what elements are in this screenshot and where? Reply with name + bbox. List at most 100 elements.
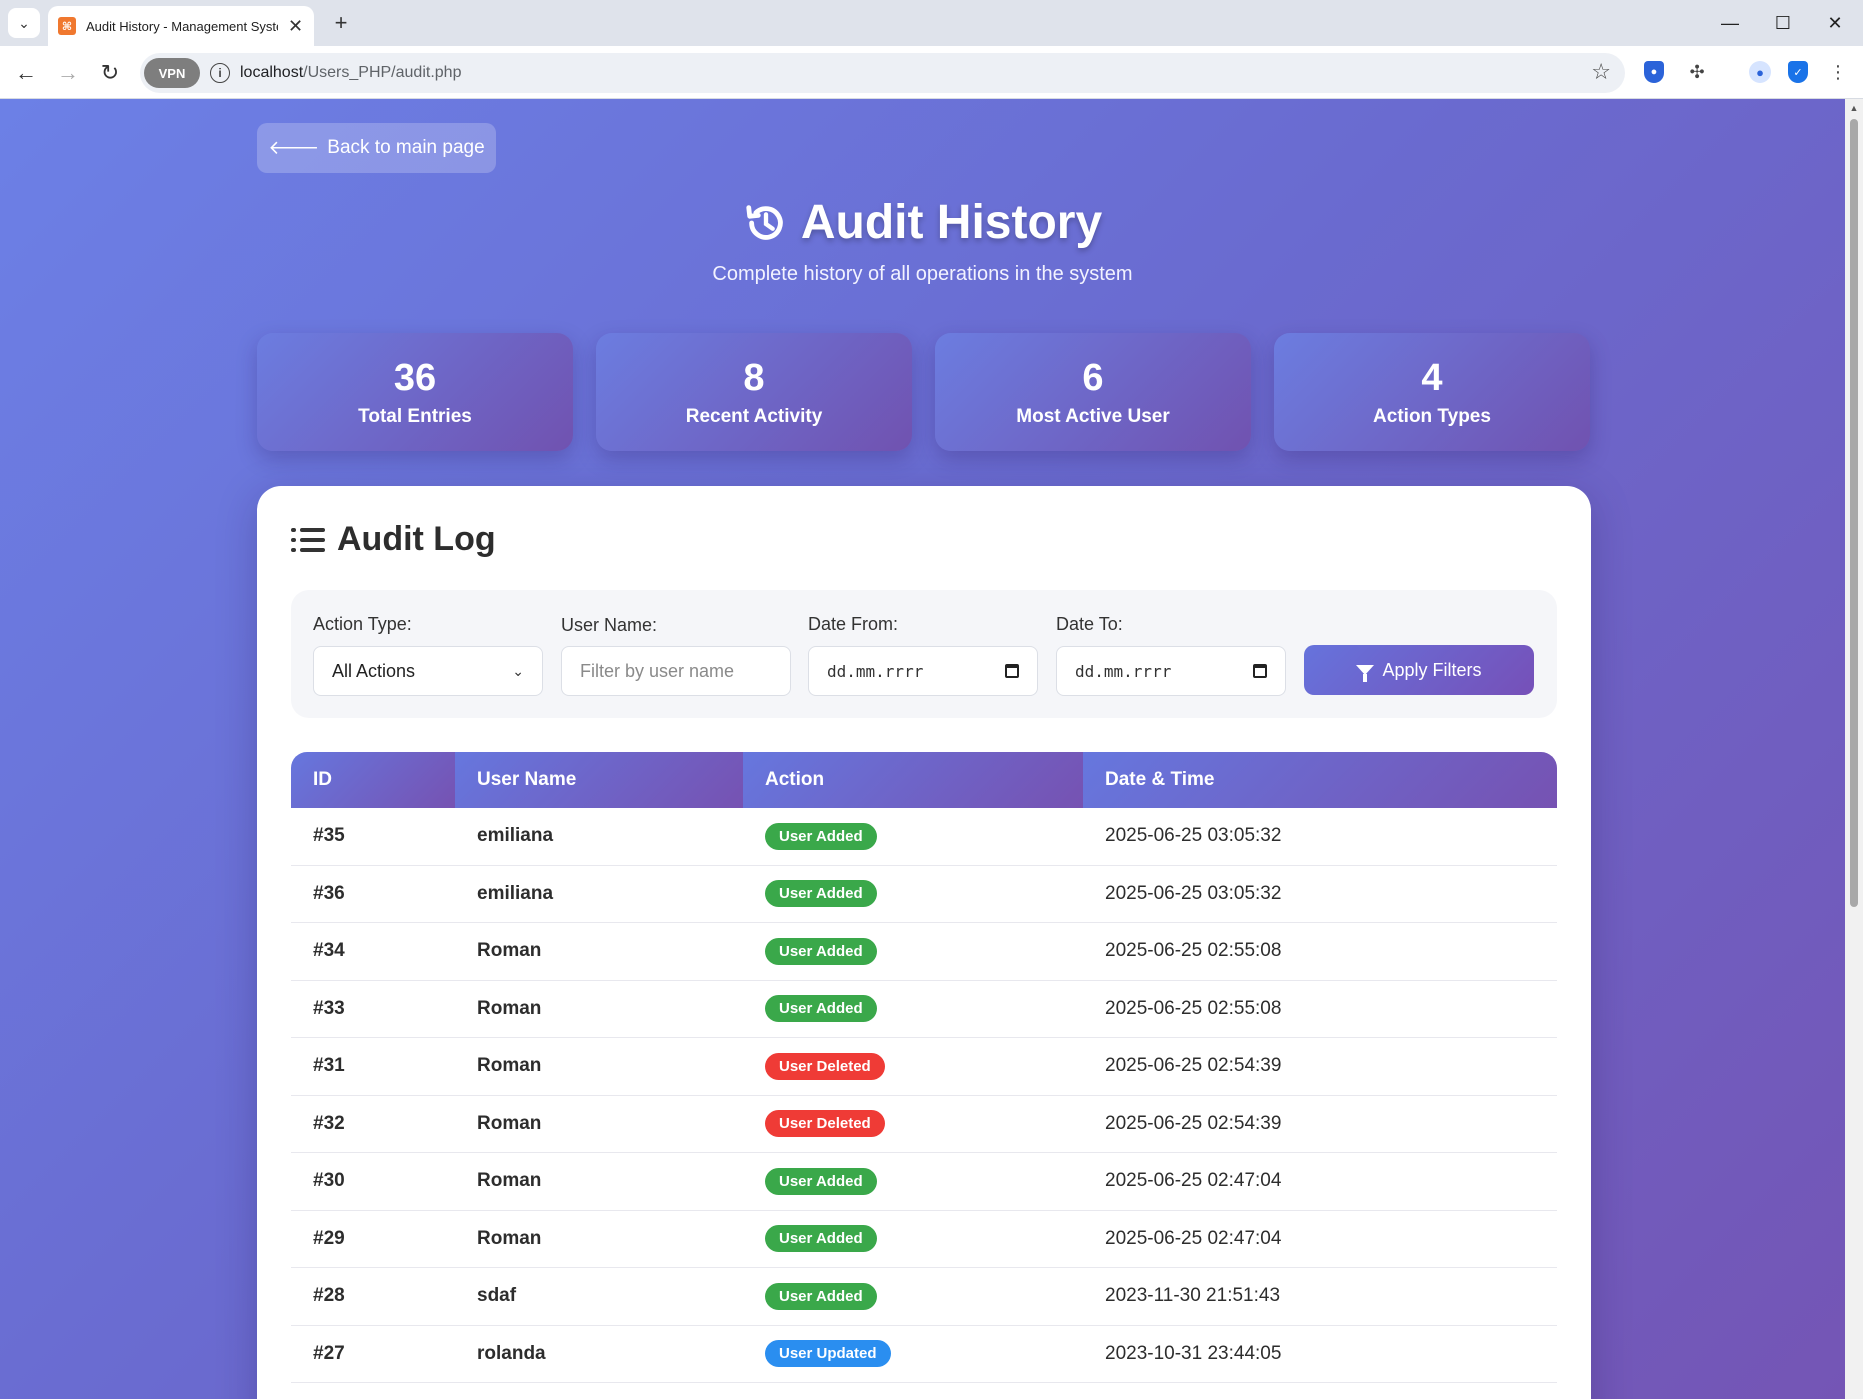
action-badge: User Added (765, 1225, 877, 1253)
cell-user-name: rolanda (477, 1342, 546, 1364)
table-row: #35 emiliana User Added 2025-06-25 03:05:32 (291, 808, 1557, 866)
profile-avatar-icon[interactable]: ● (1746, 58, 1774, 86)
table-row: #29 Roman User Added 2025-06-25 02:47:04 (291, 1211, 1557, 1268)
tab-title: Audit History - Management System (86, 18, 278, 34)
stat-card-most-active-user: 6 Most Active User (935, 333, 1251, 451)
cell-date-time: 2025-06-25 03:05:32 (1105, 825, 1282, 847)
cell-user-name: Roman (477, 1055, 542, 1077)
new-tab-button[interactable]: + (326, 8, 356, 38)
cell-action: User Added (743, 995, 1083, 1023)
url-text[interactable]: localhost/Users_PHP/audit.php (240, 64, 461, 82)
arrow-left-icon: 🡐 (268, 138, 320, 159)
site-info-icon[interactable]: i (210, 63, 230, 83)
table-row: #36 emiliana User Added 2025-06-25 03:05:32 (291, 866, 1557, 923)
date-to-label: Date To: (1056, 614, 1123, 634)
stat-value: 8 (743, 357, 765, 399)
cell-action: User Added (743, 1282, 1083, 1310)
cell-action: User Added (743, 937, 1083, 965)
table-row: #34 Roman User Added 2025-06-25 02:55:08 (291, 923, 1557, 981)
audit-table: ID User Name Action Date & Time #35 emili… (291, 752, 1557, 1383)
stat-label: Recent Activity (685, 406, 823, 427)
cell-date-time: 2025-06-25 02:47:04 (1105, 1227, 1282, 1249)
cell-id: #29 (313, 1227, 345, 1249)
back-to-main-button[interactable]: 🡐 Back to main page (257, 123, 496, 173)
browser-toolbar: ← → ↻ VPN i localhost/Users_PHP/audit.ph… (0, 46, 1863, 99)
address-bar[interactable]: VPN i localhost/Users_PHP/audit.php ☆ (140, 53, 1625, 93)
column-header-action[interactable]: Action (743, 752, 1083, 808)
minimize-button[interactable]: — (1710, 8, 1750, 38)
date-from-label: Date From: (808, 614, 899, 634)
cell-action: User Added (743, 1167, 1083, 1195)
column-header-date-time[interactable]: Date & Time (1083, 752, 1557, 808)
action-type-select[interactable]: All Actions ⌄ (313, 646, 543, 696)
action-type-value: All Actions (332, 660, 416, 681)
security-shield-icon[interactable]: ✓ (1784, 58, 1812, 86)
column-header-user-name[interactable]: User Name (455, 752, 743, 808)
cell-id: #33 (313, 997, 345, 1019)
cell-user-name: emiliana (477, 882, 554, 904)
action-badge: User Added (765, 822, 877, 850)
cell-id: #34 (313, 940, 345, 962)
cell-id: #35 (313, 825, 345, 847)
scrollbar-thumb[interactable] (1850, 119, 1858, 907)
audit-log-card: Audit Log Action Type: All Actions ⌄ Use… (257, 486, 1591, 1399)
cell-date-time: 2025-06-25 02:54:39 (1105, 1055, 1282, 1077)
url-path: /Users_PHP/audit.php (303, 64, 462, 81)
cell-id: #30 (313, 1170, 345, 1192)
action-badge: User Added (765, 880, 877, 908)
table-row: #31 Roman User Deleted 2025-06-25 02:54:39 (291, 1038, 1557, 1096)
filter-panel: Action Type: All Actions ⌄ User Name: Fi… (291, 590, 1557, 718)
action-badge: User Updated (765, 1340, 891, 1368)
stat-value: 36 (393, 357, 437, 399)
apply-filters-button[interactable]: Apply Filters (1304, 645, 1534, 695)
browser-tab-active[interactable]: ⌘ Audit History - Management System ✕ (48, 6, 314, 46)
stat-value: 6 (1082, 357, 1104, 399)
cell-user-name: Roman (477, 1112, 542, 1134)
page-subtitle: Complete history of all operations in th… (712, 263, 1133, 285)
calendar-icon[interactable] (1253, 664, 1267, 678)
back-arrow-icon[interactable]: ← (8, 55, 44, 91)
maximize-button[interactable]: ☐ (1763, 8, 1803, 38)
stat-label: Total Entries (358, 406, 472, 427)
cell-id: #28 (313, 1285, 345, 1307)
calendar-icon[interactable] (1005, 664, 1019, 678)
cell-id: #31 (313, 1055, 345, 1077)
close-window-button[interactable]: ✕ (1815, 8, 1855, 38)
cell-user-name: Roman (477, 940, 542, 962)
audit-log-header: Audit Log (291, 520, 496, 559)
table-body: #35 emiliana User Added 2025-06-25 03:05:32… (291, 808, 1557, 1383)
page-scrollbar[interactable]: ▲ (1845, 99, 1863, 1399)
cell-action: User Updated (743, 1340, 1083, 1368)
table-row: #28 sdaf User Added 2023-11-30 21:51:43 (291, 1268, 1557, 1326)
vpn-badge[interactable]: VPN (144, 58, 200, 88)
date-to-value: dd.mm.rrrr (1075, 661, 1172, 681)
user-name-input[interactable]: Filter by user name (561, 646, 791, 696)
date-to-input[interactable]: dd.mm.rrrr (1056, 646, 1286, 696)
user-name-label: User Name: (561, 615, 658, 635)
apply-filters-label: Apply Filters (1382, 659, 1482, 680)
scroll-up-icon[interactable]: ▲ (1849, 103, 1859, 113)
cell-user-name: Roman (477, 997, 542, 1019)
forward-arrow-icon[interactable]: → (50, 55, 86, 91)
stat-label: Action Types (1373, 406, 1491, 427)
cell-date-time: 2025-06-25 02:47:04 (1105, 1170, 1282, 1192)
page-viewport: 🡐 Back to main page Audit History Comple… (0, 99, 1845, 1399)
date-from-input[interactable]: dd.mm.rrrr (808, 646, 1038, 696)
cell-date-time: 2025-06-25 03:05:32 (1105, 882, 1282, 904)
cell-id: #36 (313, 882, 345, 904)
extension-shield-icon[interactable]: ● (1640, 58, 1668, 86)
url-host: localhost (240, 64, 304, 81)
tab-search-button[interactable]: ⌄ (8, 8, 40, 38)
close-icon[interactable]: ✕ (288, 16, 303, 37)
cell-action: User Added (743, 822, 1083, 850)
list-icon (291, 526, 325, 554)
reload-icon[interactable]: ↻ (92, 55, 128, 91)
page-header: Audit History (0, 195, 1845, 250)
cell-date-time: 2025-06-25 02:55:08 (1105, 997, 1282, 1019)
extensions-puzzle-icon[interactable]: ✣ (1683, 58, 1711, 86)
bookmark-star-icon[interactable]: ☆ (1591, 59, 1611, 85)
cell-user-name: Roman (477, 1170, 542, 1192)
column-header-id[interactable]: ID (291, 752, 455, 808)
stat-label: Most Active User (1016, 406, 1170, 427)
menu-dots-icon[interactable]: ⋮ (1824, 58, 1852, 86)
